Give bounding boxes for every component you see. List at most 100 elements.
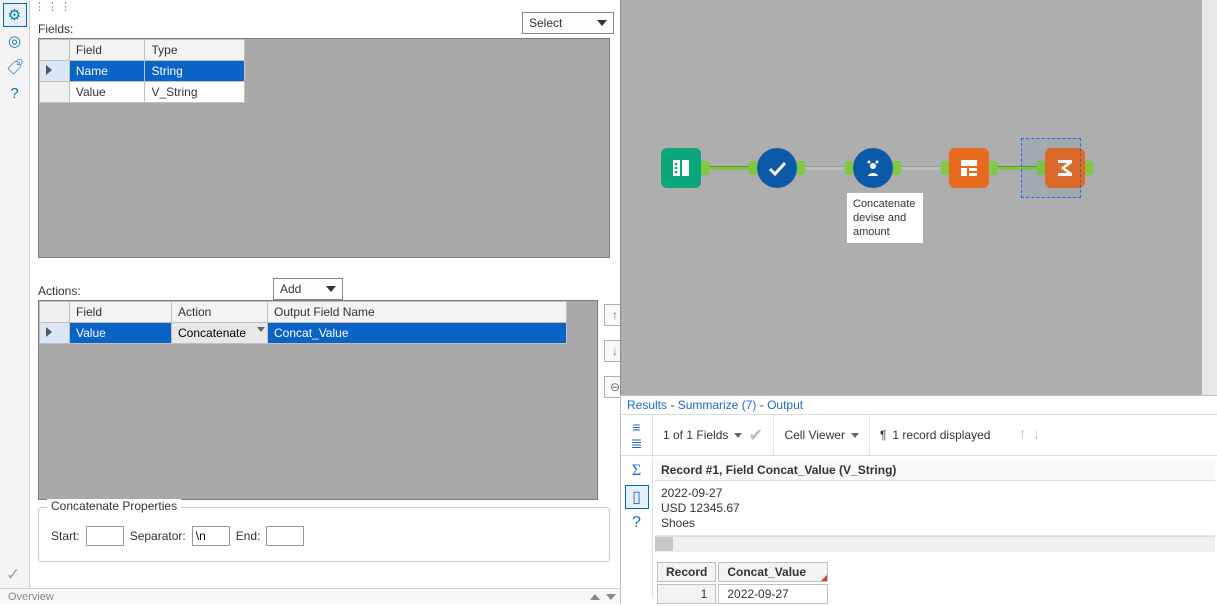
paragraph-icon[interactable]: ¶ [880,428,886,442]
chevron-down-icon [597,20,607,26]
row-indicator-icon [46,65,52,75]
anchor-out[interactable] [797,161,805,175]
cell-concat-value[interactable]: 2022-09-27 [718,584,828,604]
connection[interactable] [901,166,941,170]
target-icon[interactable]: ◎ [4,30,26,52]
separator-input[interactable] [192,526,230,546]
tool-input-data[interactable] [661,148,701,188]
anchor-out[interactable] [1085,161,1093,175]
fields-row[interactable]: Value V_String [40,82,245,103]
actions-grid[interactable]: Field Action Output Field Name Value Con… [38,300,598,500]
tool-select[interactable] [757,148,797,188]
overview-label: Overview [8,591,54,603]
anchor-out[interactable] [893,161,901,175]
record-line: Shoes [661,516,1209,531]
fields-header-row: Field Type [40,40,245,61]
chevron-down-icon [326,286,336,292]
record-header: Record #1, Field Concat_Value (V_String) [655,460,1215,481]
results-row[interactable]: 1 2022-09-27 [657,584,828,604]
cell-type[interactable]: V_String [145,82,245,103]
col-type[interactable]: Type [145,40,245,61]
help-icon[interactable]: ? [4,82,26,104]
select-dropdown[interactable]: Select [522,12,614,34]
rows-alt-icon[interactable]: ≣ [628,436,646,450]
concat-legend: Concatenate Properties [47,499,181,513]
workflow-nodes [661,148,1093,188]
tool-annotation[interactable]: Concatenate devise and amount [846,192,924,244]
start-label: Start: [51,529,80,543]
end-input[interactable] [266,526,304,546]
fields-grid[interactable]: Field Type Name String Value V_String [38,38,610,258]
select-dropdown-label: Select [529,16,562,30]
connection[interactable] [997,166,1037,170]
results-toolbar: ≡ ≣ 1 of 1 Fields ✔ Cell Viewer ¶ 1 reco… [621,414,1217,456]
cell-action[interactable]: Concatenate [178,326,246,340]
fields-count[interactable]: 1 of 1 Fields [663,428,728,442]
row-indicator-icon [46,327,52,337]
cell-output[interactable]: Concat_Value [268,323,567,344]
tool-transpose[interactable] [949,148,989,188]
chevron-down-icon[interactable] [851,433,859,438]
cell-type[interactable]: String [145,61,245,82]
tag-icon[interactable]: 🏷 [4,56,26,78]
col-concat-value[interactable]: Concat_Value [727,565,806,579]
cell-record: 1 [657,584,716,604]
vertical-scrollbar[interactable] [1202,0,1217,395]
sigma-icon[interactable]: Σ [626,460,648,482]
actions-row[interactable]: Value Concatenate Concat_Value [40,323,567,344]
next-record-button[interactable]: ↓ [1032,426,1040,444]
help-icon[interactable]: ? [626,512,648,534]
col-field[interactable]: Field [69,40,145,61]
fields-label: Fields: [38,22,73,36]
record-count: 1 record displayed [892,428,990,442]
overview-bar[interactable]: Overview [0,588,620,604]
results-link[interactable]: Results [627,398,667,412]
tool-summarize[interactable] [1045,148,1085,188]
gear-icon[interactable]: ⚙ [4,4,26,26]
chevron-up-icon[interactable] [590,594,600,600]
record-line: USD 12345.67 [661,501,1209,516]
apply-check-icon[interactable]: ✓ [6,565,20,585]
actions-header-row: Field Action Output Field Name [40,302,567,323]
anchor-in[interactable] [749,161,757,175]
cell-field[interactable]: Value [70,323,172,344]
tool-formula[interactable] [853,148,893,188]
tool-icon-strip: ⚙ ◎ 🏷 ? [0,0,30,604]
cell-field[interactable]: Name [69,61,145,82]
connection[interactable] [709,166,749,170]
cell-viewer-label[interactable]: Cell Viewer [784,428,844,442]
start-input[interactable] [86,526,124,546]
col-action[interactable]: Action [172,302,268,323]
anchor-out[interactable] [989,161,997,175]
chevron-down-icon[interactable] [734,433,742,438]
config-panel: ⋮⋮⋮ Select Fields: Field Type Name Strin… [30,0,620,595]
col-field[interactable]: Field [70,302,172,323]
col-record[interactable]: Record [657,562,716,582]
rows-icon[interactable]: ≡ [628,420,646,434]
results-grid[interactable]: Record Concat_Value 1 2022-09-27 [655,560,830,606]
end-label: End: [236,529,261,543]
col-output[interactable]: Output Field Name [268,302,567,323]
concatenate-properties-group: Concatenate Properties Start: Separator:… [38,507,610,562]
record-view-icon[interactable]: ▯ [626,486,648,508]
prev-record-button[interactable]: ↑ [1018,426,1026,444]
check-icon[interactable]: ✔ [748,425,763,446]
anchor-in[interactable] [1037,161,1045,175]
cell-field[interactable]: Value [69,82,145,103]
anchor-out[interactable] [701,161,709,175]
anchor-in[interactable] [941,161,949,175]
results-tool-link[interactable]: Summarize (7) [678,398,757,412]
anchor-in[interactable] [845,161,853,175]
results-title: Results - Summarize (7) - Output [621,396,1217,414]
chevron-down-icon[interactable] [606,594,616,600]
workflow-canvas[interactable]: Concatenate devise and amount [620,0,1217,395]
chevron-down-icon[interactable] [257,327,265,332]
horizontal-scrollbar[interactable] [655,536,1215,552]
connection[interactable] [805,166,845,170]
fields-row[interactable]: Name String [40,61,245,82]
sort-indicator-icon [821,575,827,581]
results-output-link[interactable]: Output [767,398,803,412]
record-line: 2022-09-27 [661,486,1209,501]
record-body[interactable]: 2022-09-27 USD 12345.67 Shoes [655,482,1215,536]
add-dropdown[interactable]: Add [273,278,343,300]
